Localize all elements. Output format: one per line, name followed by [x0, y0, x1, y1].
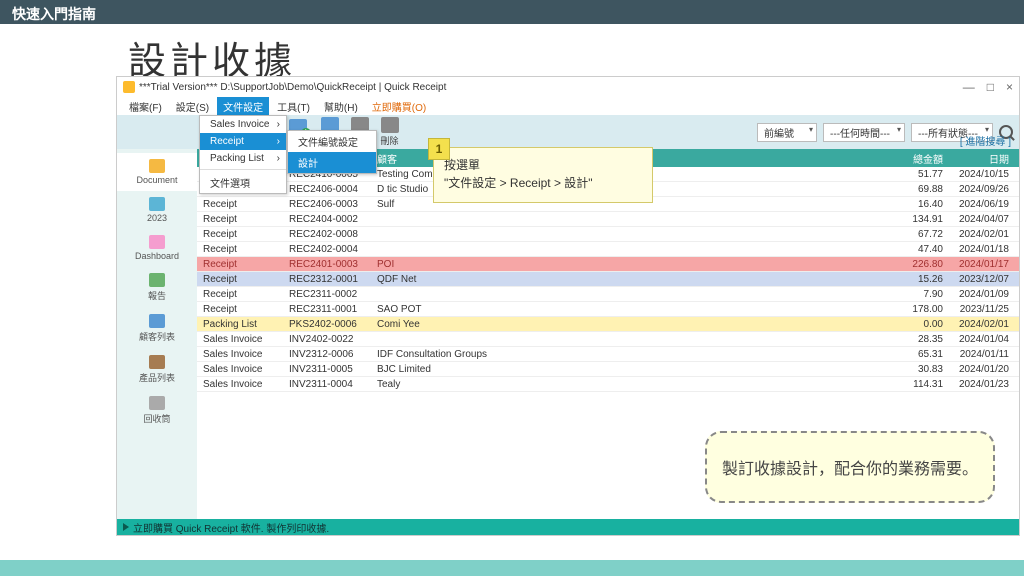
submenu-receipt[interactable]: Receipt	[200, 133, 286, 150]
callout-line1: 按選單	[444, 156, 642, 174]
table-row[interactable]: Sales InvoiceINV2312-0006IDF Consultatio…	[197, 347, 1019, 362]
folder-icon	[149, 197, 165, 211]
table-row[interactable]: ReceiptREC2401-0003POI226.802024/01/17	[197, 257, 1019, 272]
table-row[interactable]: ReceiptREC2311-00027.902024/01/09	[197, 287, 1019, 302]
submenu-sales-invoice[interactable]: Sales Invoice	[200, 116, 286, 133]
sidebar-item-products[interactable]: 產品列表	[117, 349, 197, 390]
table-row[interactable]: ReceiptREC2402-000867.722024/02/01	[197, 227, 1019, 242]
submenu-numbering[interactable]: 文件編號設定	[288, 131, 376, 152]
menu-file[interactable]: 檔案(F)	[123, 97, 168, 116]
submenu-options[interactable]: 文件選項	[200, 172, 286, 193]
sidebar-item-customers[interactable]: 顧客列表	[117, 308, 197, 349]
menu-tools[interactable]: 工具(T)	[271, 97, 316, 116]
toolbar-delete-button[interactable]: 刪除	[381, 117, 399, 147]
table-row[interactable]: Sales InvoiceINV2311-0004Tealy114.312024…	[197, 377, 1019, 392]
report-icon	[149, 273, 165, 287]
filter-time[interactable]: ---任何時間---	[823, 123, 905, 142]
table-row[interactable]: ReceiptREC2312-0001QDF Net15.262023/12/0…	[197, 272, 1019, 287]
titlebar: ***Trial Version*** D:\SupportJob\Demo\Q…	[117, 77, 1019, 97]
delete-icon	[381, 117, 399, 133]
menu-settings[interactable]: 設定(S)	[170, 97, 215, 116]
page-footer-strip	[0, 560, 1024, 576]
window-buttons: — □ ×	[963, 80, 1013, 94]
submenu-packing-list[interactable]: Packing List	[200, 150, 286, 167]
sidebar-item-document[interactable]: Document	[117, 153, 197, 191]
app-window: ***Trial Version*** D:\SupportJob\Demo\Q…	[116, 76, 1020, 536]
submenu-receipt-sub: 文件編號設定 設計	[287, 130, 377, 174]
table-row[interactable]: ReceiptREC2404-0002134.912024/04/07	[197, 212, 1019, 227]
trash-icon	[149, 396, 165, 410]
table-row[interactable]: Packing ListPKS2402-0006Comi Yee0.002024…	[197, 317, 1019, 332]
dashboard-icon	[149, 235, 165, 249]
table-row[interactable]: ReceiptREC2311-0001SAO POT178.002023/11/…	[197, 302, 1019, 317]
maximize-button[interactable]: □	[987, 80, 994, 94]
products-icon	[149, 355, 165, 369]
statusbar: 立即購買 Quick Receipt 軟件. 製作列印收據.	[117, 519, 1019, 535]
menu-help[interactable]: 幫助(H)	[318, 97, 364, 116]
sidebar-item-report[interactable]: 報告	[117, 267, 197, 308]
menubar: 檔案(F) 設定(S) 文件設定 工具(T) 幫助(H) 立即購買(O)	[117, 97, 1019, 115]
menu-docset[interactable]: 文件設定	[217, 97, 269, 116]
submenu-design[interactable]: 設計	[288, 152, 376, 173]
play-icon	[123, 523, 129, 531]
step-number: 1	[428, 138, 450, 160]
app-icon	[123, 81, 135, 93]
sidebar-item-2023[interactable]: 2023	[117, 191, 197, 229]
sidebar-item-trash[interactable]: 回收筒	[117, 390, 197, 431]
description-callout: 製訂收據設計，配合你的業務需要。	[705, 431, 995, 503]
sidebar-item-dashboard[interactable]: Dashboard	[117, 229, 197, 267]
submenu-docset: Sales Invoice Receipt Packing List 文件選項	[199, 115, 287, 194]
folder-icon	[149, 159, 165, 173]
guide-title: 快速入門指南	[12, 6, 96, 22]
close-button[interactable]: ×	[1006, 80, 1013, 94]
minimize-button[interactable]: —	[963, 80, 975, 94]
table-row[interactable]: ReceiptREC2402-000447.402024/01/18	[197, 242, 1019, 257]
callout-line2: "文件設定 > Receipt > 設計"	[444, 174, 642, 192]
table-row[interactable]: Sales InvoiceINV2311-0005BJC Limited30.8…	[197, 362, 1019, 377]
guide-title-bar: 快速入門指南	[0, 0, 1024, 24]
filter-prefix[interactable]: 前編號	[757, 123, 817, 142]
customers-icon	[149, 314, 165, 328]
window-title: ***Trial Version*** D:\SupportJob\Demo\Q…	[139, 82, 446, 93]
advanced-search-link[interactable]: [ 進階搜尋 ]	[960, 133, 1011, 148]
step-callout: 1 按選單 "文件設定 > Receipt > 設計"	[433, 147, 653, 203]
table-row[interactable]: Sales InvoiceINV2402-002228.352024/01/04	[197, 332, 1019, 347]
status-text[interactable]: 立即購買 Quick Receipt 軟件. 製作列印收據.	[133, 520, 329, 535]
menu-buynow[interactable]: 立即購買(O)	[366, 97, 432, 116]
sidebar: Document 2023 Dashboard 報告 顧客列表 產品列表 回收筒	[117, 149, 197, 519]
